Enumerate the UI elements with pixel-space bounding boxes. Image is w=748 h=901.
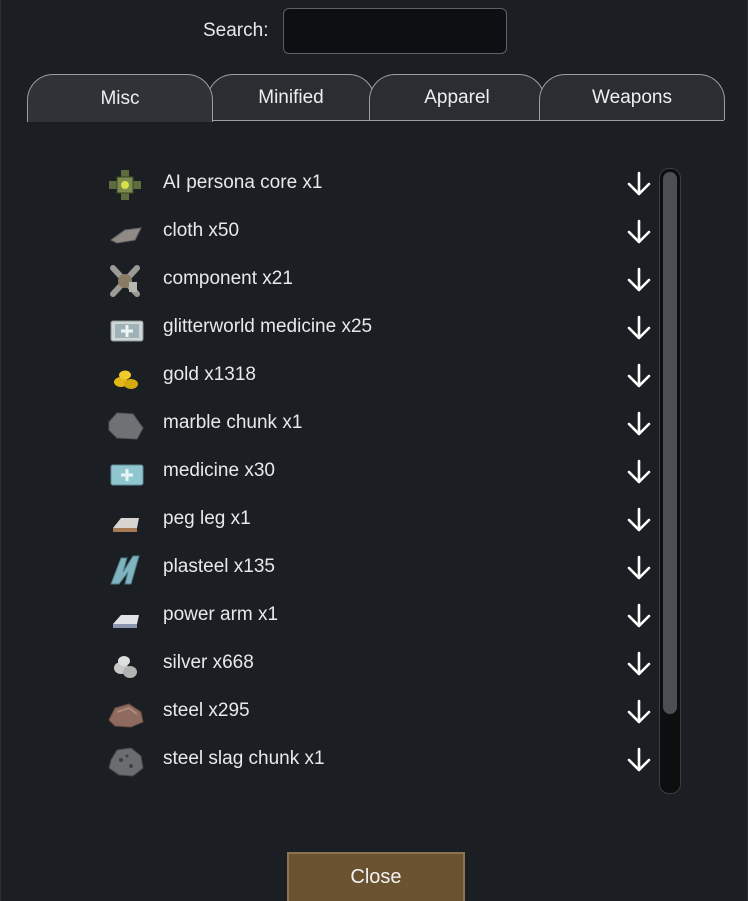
list-item: power arm x1 xyxy=(97,592,667,640)
close-button[interactable]: Close xyxy=(287,852,465,901)
list-item: peg leg x1 xyxy=(97,496,667,544)
search-label: Search: xyxy=(203,20,269,41)
list-item: marble chunk x1 xyxy=(97,400,667,448)
list-item: cloth x50 xyxy=(97,208,667,256)
peg-leg-icon xyxy=(113,518,139,532)
tab-weapons[interactable]: Weapons xyxy=(539,74,725,120)
search-row: Search: xyxy=(1,8,748,56)
transfer-down-arrow-icon[interactable] xyxy=(625,746,653,774)
transfer-down-arrow-icon[interactable] xyxy=(625,170,653,198)
item-label: peg leg x1 xyxy=(163,508,251,529)
transfer-down-arrow-icon[interactable] xyxy=(625,506,653,534)
tab-misc[interactable]: Misc xyxy=(27,74,213,122)
transfer-down-arrow-icon[interactable] xyxy=(625,458,653,486)
transfer-down-arrow-icon[interactable] xyxy=(625,410,653,438)
item-label: marble chunk x1 xyxy=(163,412,303,433)
transfer-down-arrow-icon[interactable] xyxy=(625,266,653,294)
item-label: medicine x30 xyxy=(163,460,275,481)
cloth-icon xyxy=(110,227,142,244)
list-item: component x21 xyxy=(97,256,667,304)
transfer-down-arrow-icon[interactable] xyxy=(625,650,653,678)
glitterworld-medicine-icon xyxy=(110,320,144,342)
silver-icon xyxy=(114,656,137,678)
item-label: AI persona core x1 xyxy=(163,172,323,193)
scroll-thumb[interactable] xyxy=(663,172,677,714)
item-label: silver x668 xyxy=(163,652,254,673)
item-label: gold x1318 xyxy=(163,364,256,385)
steel-icon xyxy=(108,703,144,728)
list-item: medicine x30 xyxy=(97,448,667,496)
item-label: power arm x1 xyxy=(163,604,279,625)
item-label: steel slag chunk x1 xyxy=(163,748,325,769)
list-scrollbar[interactable] xyxy=(659,168,681,794)
list-item: steel x295 xyxy=(97,688,667,736)
steel-slag-chunk-icon xyxy=(108,747,144,777)
item-label: steel x295 xyxy=(163,700,250,721)
item-label: plasteel x135 xyxy=(163,556,275,577)
item-label: cloth x50 xyxy=(163,220,240,241)
plasteel-icon xyxy=(110,555,140,585)
component-icon xyxy=(110,265,140,297)
transfer-down-arrow-icon[interactable] xyxy=(625,218,653,246)
power-arm-icon xyxy=(113,615,139,628)
transfer-down-arrow-icon[interactable] xyxy=(625,698,653,726)
transfer-down-arrow-icon[interactable] xyxy=(625,362,653,390)
tab-bar: Misc Minified Apparel Weapons xyxy=(27,74,725,122)
list-item: plasteel x135 xyxy=(97,544,667,592)
list-item: AI persona core x1 xyxy=(97,160,667,208)
trade-dialog: Search: Misc Minified Apparel Weapons AI… xyxy=(0,0,748,901)
item-label: glitterworld medicine x25 xyxy=(163,316,373,337)
item-label: component x21 xyxy=(163,268,293,289)
list-item: glitterworld medicine x25 xyxy=(97,304,667,352)
tab-minified[interactable]: Minified xyxy=(207,74,375,120)
marble-chunk-icon xyxy=(108,412,144,440)
transfer-down-arrow-icon[interactable] xyxy=(625,602,653,630)
transfer-down-arrow-icon[interactable] xyxy=(625,554,653,582)
list-item: gold x1318 xyxy=(97,352,667,400)
search-input[interactable] xyxy=(283,8,507,54)
ai-persona-core-icon xyxy=(109,170,141,200)
gold-icon xyxy=(114,370,138,389)
tab-apparel[interactable]: Apparel xyxy=(369,74,545,120)
list-item: steel slag chunk x1 xyxy=(97,736,667,784)
transfer-down-arrow-icon[interactable] xyxy=(625,314,653,342)
medicine-icon xyxy=(110,464,144,486)
list-item: silver x668 xyxy=(97,640,667,688)
